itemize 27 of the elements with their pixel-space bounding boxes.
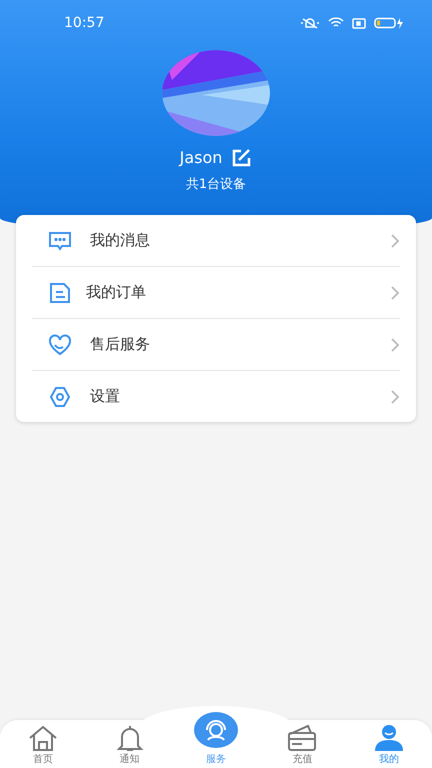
tab[interactable]: 服务 bbox=[172, 706, 260, 768]
tab[interactable]: 充值 bbox=[259, 706, 346, 768]
battery-icon bbox=[374, 17, 404, 29]
menu-item[interactable]: 售后服务 bbox=[32, 318, 400, 370]
card-icon[interactable] bbox=[286, 724, 318, 752]
document-icon bbox=[48, 280, 72, 304]
tab[interactable]: 通知 bbox=[86, 706, 173, 768]
heart-icon bbox=[48, 332, 72, 356]
device-count: 共1台设备 bbox=[186, 176, 246, 193]
status-time: 10:57 bbox=[64, 15, 104, 31]
menu-item[interactable]: 设置 bbox=[32, 370, 400, 422]
tab[interactable]: 我的 bbox=[346, 706, 432, 768]
user-name: Jason bbox=[180, 148, 222, 167]
wifi-icon bbox=[328, 17, 344, 29]
user-icon[interactable] bbox=[372, 724, 405, 752]
screen-icon bbox=[352, 18, 366, 28]
menu-item[interactable]: 我的订单 bbox=[32, 266, 400, 318]
chevron-icon bbox=[390, 284, 400, 300]
home-icon[interactable] bbox=[27, 724, 60, 752]
chevron-icon bbox=[390, 388, 400, 404]
chevron-icon bbox=[390, 232, 400, 248]
edit-icon[interactable] bbox=[232, 148, 252, 166]
settings-icon bbox=[48, 384, 72, 408]
mute-icon bbox=[300, 17, 320, 29]
tab[interactable]: 首页 bbox=[0, 706, 86, 768]
chevron-icon bbox=[390, 336, 400, 352]
menu-item[interactable]: 我的消息 bbox=[32, 215, 400, 266]
